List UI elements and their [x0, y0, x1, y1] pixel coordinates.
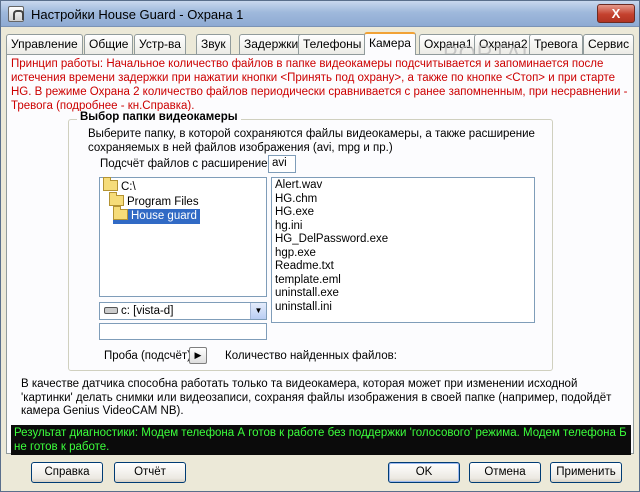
tab-guard1[interactable]: Охрана1 — [419, 34, 478, 54]
camera-note: В качестве датчика способна работать тол… — [21, 378, 612, 417]
folder-open-icon — [109, 192, 124, 206]
principle-text: Принцип работы: Начальное количество фай… — [11, 58, 628, 112]
extension-label: Подсчёт файлов с расширением — [100, 158, 276, 170]
file-item[interactable]: hgp.exe — [272, 247, 534, 261]
folder-tree[interactable]: C:\ Program Files House guard — [99, 177, 267, 297]
ok-button[interactable]: OK — [388, 462, 460, 483]
window-title: Настройки House Guard - Охрана 1 — [31, 7, 244, 22]
file-item[interactable]: Readme.txt — [272, 260, 534, 274]
settings-window: Настройки House Guard - Охрана 1 X Управ… — [0, 0, 640, 492]
lock-icon — [8, 6, 24, 22]
tree-item-program-files[interactable]: Program Files — [109, 192, 202, 210]
tab-alarm[interactable]: Тревога — [529, 34, 583, 54]
diagnostic-status: Результат диагностики: Модем телефона А … — [11, 425, 631, 455]
extension-input[interactable]: avi — [268, 155, 296, 173]
title-bar: Настройки House Guard - Охрана 1 X — [1, 1, 639, 27]
drive-icon — [104, 307, 118, 314]
tree-item-label: House guard — [131, 210, 197, 222]
drive-select-value: c: [vista-d] — [121, 305, 174, 317]
probe-label: Проба (подсчёт): — [104, 350, 195, 362]
group-description: Выберите папку, в которой сохраняются фа… — [88, 128, 535, 154]
file-list[interactable]: Alert.wav HG.chm HG.exe hg.ini HG_DelPas… — [271, 177, 535, 323]
group-title: Выбор папки видеокамеры — [77, 111, 241, 123]
close-button[interactable]: X — [597, 4, 635, 23]
cancel-button[interactable]: Отмена — [469, 462, 541, 483]
tab-delays[interactable]: Задержки — [239, 34, 304, 54]
folder-open-icon — [103, 177, 118, 191]
drive-select[interactable]: c: [vista-d] ▼ — [99, 302, 267, 320]
tab-phones[interactable]: Телефоны — [298, 34, 367, 54]
tab-upravlenie[interactable]: Управление — [6, 34, 83, 54]
file-item[interactable]: uninstall.exe — [272, 287, 534, 301]
tab-devices[interactable]: Устр-ва — [134, 34, 186, 54]
tree-item-label: Program Files — [127, 196, 199, 208]
probe-button[interactable]: ▶ — [189, 347, 207, 364]
tab-guard2[interactable]: Охрана2 — [474, 34, 533, 54]
tree-item-house-guard[interactable]: House guard — [113, 206, 200, 224]
file-item[interactable]: HG.chm — [272, 193, 534, 207]
file-count-label: Количество найденных файлов: — [225, 350, 397, 362]
help-button[interactable]: Справка — [31, 462, 103, 483]
tab-obshchie[interactable]: Общие — [84, 34, 134, 54]
folder-open-icon — [113, 206, 128, 220]
file-item[interactable]: Alert.wav — [272, 179, 534, 193]
path-input[interactable] — [99, 323, 267, 340]
file-item[interactable]: HG_DelPassword.exe — [272, 233, 534, 247]
file-item[interactable]: hg.ini — [272, 220, 534, 234]
file-item[interactable]: template.eml — [272, 274, 534, 288]
file-item[interactable]: uninstall.ini — [272, 301, 534, 315]
tab-service[interactable]: Сервис — [583, 34, 635, 54]
chevron-down-icon[interactable]: ▼ — [250, 303, 266, 319]
file-item[interactable]: HG.exe — [272, 206, 534, 220]
tab-sound[interactable]: Звук — [196, 34, 231, 54]
apply-button[interactable]: Применить — [550, 462, 622, 483]
report-button[interactable]: Отчёт — [114, 462, 186, 483]
tab-bar: Управление Общие Устр-ва Звук Задержки Т… — [6, 32, 636, 55]
tree-item-label: C:\ — [121, 181, 136, 193]
tab-camera[interactable]: Камера — [364, 32, 416, 55]
